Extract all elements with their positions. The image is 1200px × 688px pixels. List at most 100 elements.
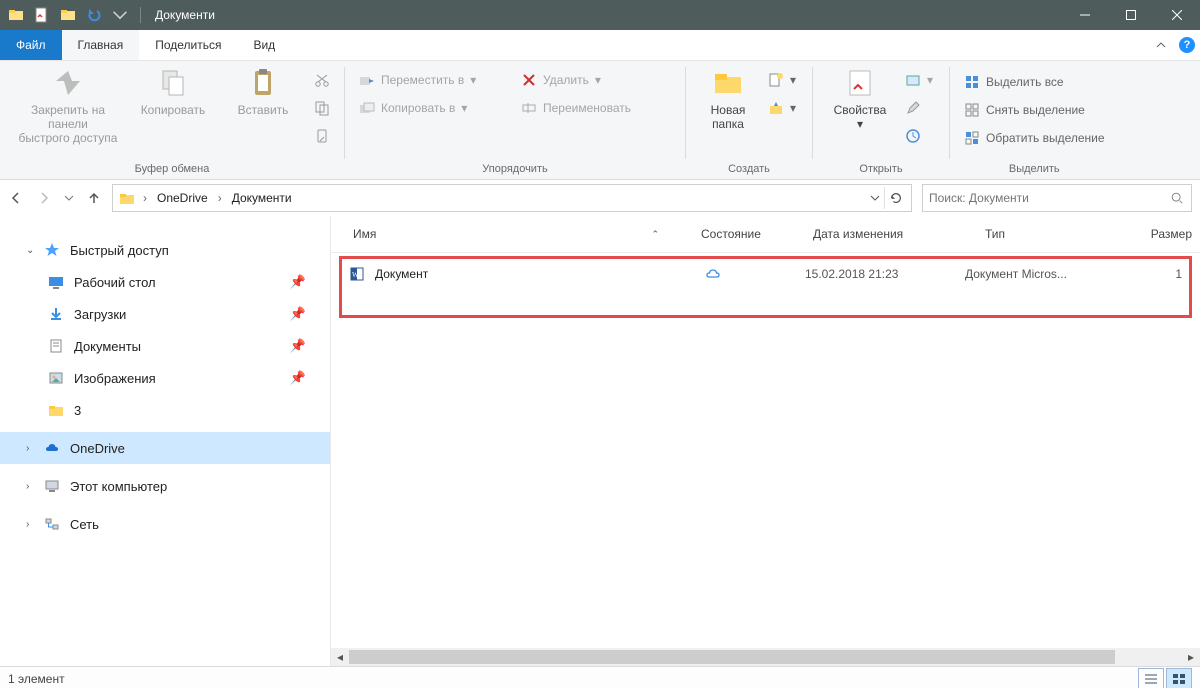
column-header-type[interactable]: Тип <box>979 227 1141 241</box>
window-controls <box>1062 0 1200 30</box>
select-none-button[interactable]: Снять выделение <box>964 99 1105 121</box>
up-button[interactable] <box>86 190 102 206</box>
network-icon <box>42 514 62 534</box>
refresh-button[interactable] <box>884 187 907 209</box>
help-button[interactable]: ? <box>1174 30 1200 60</box>
column-header-state[interactable]: Состояние <box>695 227 807 241</box>
scroll-left-icon[interactable]: ◂ <box>331 648 349 666</box>
chevron-down-icon: ▾ <box>927 73 935 87</box>
details-view-button[interactable] <box>1138 668 1164 688</box>
recent-dropdown-icon[interactable] <box>64 193 74 203</box>
file-row[interactable]: W Документ 15.02.2018 21:23 Документ Mic… <box>347 262 1190 286</box>
help-icon: ? <box>1179 37 1195 53</box>
qat-dropdown-icon[interactable] <box>110 5 130 25</box>
open-group-label: Открыть <box>813 163 949 179</box>
file-menu[interactable]: Файл <box>0 30 62 60</box>
move-to-button[interactable]: Переместить в ▾ <box>359 69 509 91</box>
delete-button[interactable]: Удалить ▾ <box>521 69 671 91</box>
nav-network[interactable]: › Сеть <box>0 508 330 540</box>
breadcrumb-segment-documents[interactable]: Документи <box>228 191 296 205</box>
chevron-down-icon: ▾ <box>790 73 798 87</box>
easy-access-button[interactable]: ▾ <box>768 97 798 119</box>
nav-desktop[interactable]: Рабочий стол 📌 <box>0 266 330 298</box>
column-header-size[interactable]: Размер <box>1141 227 1200 241</box>
paste-button[interactable]: Вставить <box>224 65 302 117</box>
properties-button[interactable]: Свойства ▾ <box>827 65 893 131</box>
copy-icon <box>157 67 189 99</box>
maximize-button[interactable] <box>1108 0 1154 30</box>
nav-documents[interactable]: Документы 📌 <box>0 330 330 362</box>
file-list: Имя⌃ Состояние Дата изменения Тип Размер… <box>331 216 1200 666</box>
column-header-name[interactable]: Имя⌃ <box>347 227 695 241</box>
pin-icon[interactable]: 📌 <box>290 274 306 290</box>
titlebar: Документи <box>0 0 1200 30</box>
open-button[interactable]: ▾ <box>905 69 935 91</box>
chevron-right-icon[interactable]: › <box>26 443 42 454</box>
scroll-track[interactable] <box>349 648 1182 666</box>
minimize-button[interactable] <box>1062 0 1108 30</box>
copy-path-button[interactable] <box>314 97 330 119</box>
organize-group-label: Упорядочить <box>345 163 685 179</box>
copy-button[interactable]: Копировать <box>134 65 212 117</box>
edit-button[interactable] <box>905 97 935 119</box>
scroll-right-icon[interactable]: ▸ <box>1182 648 1200 666</box>
pin-icon[interactable]: 📌 <box>290 370 306 386</box>
invert-selection-button[interactable]: Обратить выделение <box>964 127 1105 149</box>
column-header-date[interactable]: Дата изменения <box>807 227 979 241</box>
pin-quick-access-button[interactable]: Закрепить на панели быстрого доступа <box>14 65 122 145</box>
chevron-down-icon: ▾ <box>461 101 469 115</box>
pin-icon[interactable]: 📌 <box>290 338 306 354</box>
select-all-button[interactable]: Выделить все <box>964 71 1105 93</box>
qat-undo-icon[interactable] <box>84 5 104 25</box>
rename-button[interactable]: Переименовать <box>521 97 671 119</box>
breadcrumb-segment-onedrive[interactable]: OneDrive <box>153 191 212 205</box>
file-name: Документ <box>375 267 705 281</box>
close-button[interactable] <box>1154 0 1200 30</box>
svg-text:W: W <box>352 271 359 279</box>
chevron-right-icon[interactable]: › <box>26 481 42 492</box>
ribbon-group-clipboard: Закрепить на панели быстрого доступа Коп… <box>0 61 344 179</box>
pin-icon[interactable]: 📌 <box>290 306 306 322</box>
qat-new-folder-icon[interactable] <box>58 5 78 25</box>
tab-home[interactable]: Главная <box>62 30 140 60</box>
quick-access-toolbar <box>0 5 145 25</box>
qat-folder-icon[interactable] <box>6 5 26 25</box>
search-input[interactable] <box>927 190 1167 206</box>
nav-pictures[interactable]: Изображения 📌 <box>0 362 330 394</box>
search-icon[interactable] <box>1167 191 1187 205</box>
copy-to-button[interactable]: Копировать в ▾ <box>359 97 509 119</box>
desktop-icon <box>46 272 66 292</box>
pin-icon <box>52 67 84 99</box>
tab-share[interactable]: Поделиться <box>139 30 237 60</box>
chevron-right-icon[interactable]: › <box>26 519 42 530</box>
file-size: 1 <box>1115 267 1190 281</box>
select-group-label: Выделить <box>950 163 1119 179</box>
forward-button[interactable] <box>36 190 52 206</box>
back-button[interactable] <box>8 190 24 206</box>
history-button[interactable] <box>905 125 935 147</box>
nav-this-pc[interactable]: › Этот компьютер <box>0 470 330 502</box>
scroll-thumb[interactable] <box>349 650 1115 664</box>
qat-properties-icon[interactable] <box>32 5 52 25</box>
nav-downloads[interactable]: Загрузки 📌 <box>0 298 330 330</box>
horizontal-scrollbar[interactable]: ◂ ▸ <box>331 648 1200 666</box>
tab-view[interactable]: Вид <box>237 30 291 60</box>
collapse-ribbon-icon[interactable] <box>1148 30 1174 60</box>
nav-folder-3[interactable]: 3 <box>0 394 330 426</box>
nav-quick-access[interactable]: ⌄ Быстрый доступ <box>0 234 330 266</box>
thumbnails-view-button[interactable] <box>1166 668 1192 688</box>
breadcrumb-dropdown-icon[interactable] <box>870 193 880 203</box>
cut-button[interactable] <box>314 69 330 91</box>
chevron-right-icon[interactable]: › <box>214 191 226 205</box>
chevron-down-icon[interactable]: ⌄ <box>26 245 42 256</box>
paste-shortcut-button[interactable] <box>314 125 330 147</box>
chevron-right-icon[interactable]: › <box>139 191 151 205</box>
breadcrumb[interactable]: › OneDrive › Документи <box>112 184 912 212</box>
delete-icon <box>521 72 537 88</box>
nav-onedrive[interactable]: › OneDrive <box>0 432 330 464</box>
onedrive-icon <box>42 438 62 458</box>
new-folder-button[interactable]: Новая папка <box>700 65 756 131</box>
window-title: Документи <box>155 8 215 22</box>
new-item-button[interactable]: ▾ <box>768 69 798 91</box>
search-box[interactable] <box>922 184 1192 212</box>
